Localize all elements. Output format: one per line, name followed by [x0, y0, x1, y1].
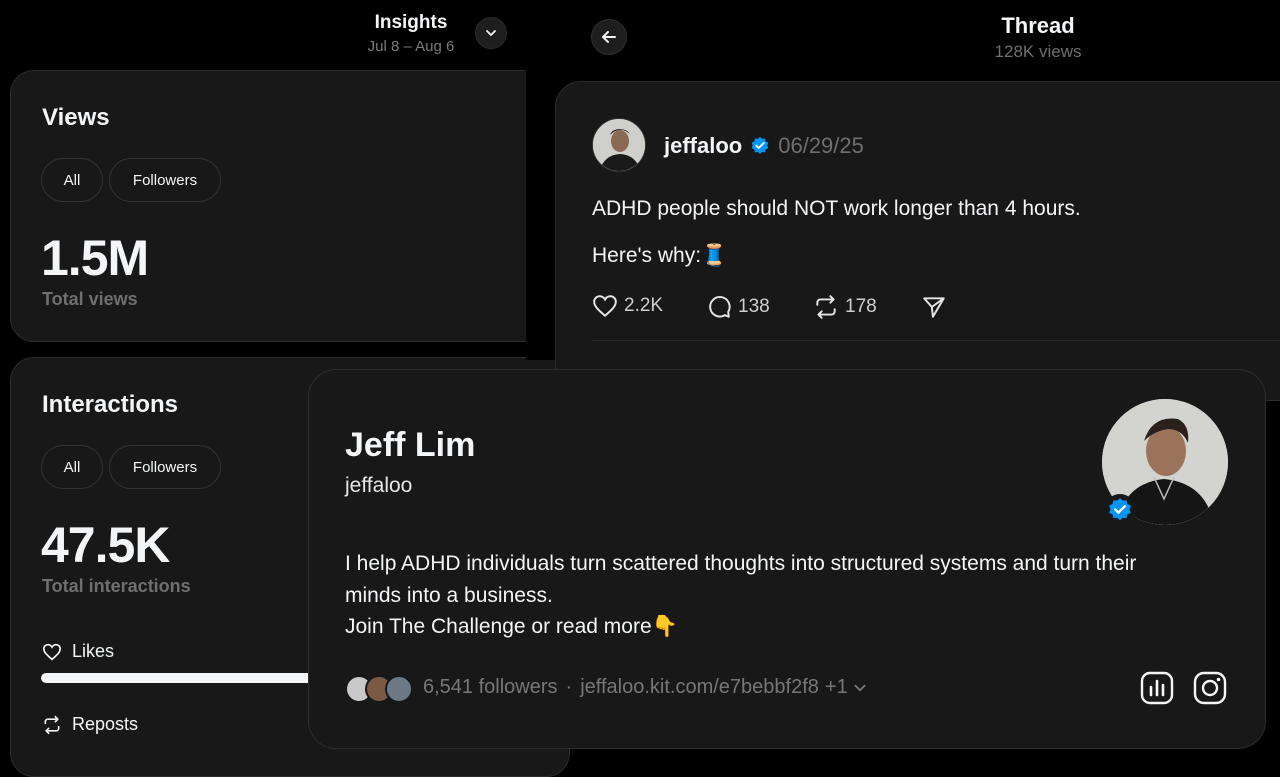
comment-icon — [709, 296, 731, 318]
profile-handle: jeffaloo — [345, 474, 413, 497]
profile-name: Jeff Lim — [345, 426, 476, 464]
views-total: 1.5M — [41, 230, 149, 286]
post-divider — [592, 340, 1280, 341]
profile-verified-badge — [1104, 494, 1136, 526]
post-text-line2: Here's why:🧵 — [592, 244, 728, 267]
repost-icon — [44, 715, 60, 734]
bio-line3: Join The Challenge or read more👇 — [345, 615, 678, 638]
post-username[interactable]: jeffaloo — [664, 133, 742, 159]
post-avatar[interactable] — [592, 118, 646, 172]
date-range-dropdown-button[interactable] — [475, 17, 507, 49]
interactions-filter-all[interactable]: All — [41, 445, 103, 489]
interactions-total: 47.5K — [41, 517, 170, 573]
interactions-title: Interactions — [42, 391, 179, 418]
reposts-label: Reposts — [72, 714, 139, 734]
post-header: jeffaloo 06/29/25 — [664, 133, 864, 159]
instagram-icon — [1193, 671, 1227, 705]
follower-avatars[interactable] — [345, 675, 415, 703]
thread-title: Thread — [1001, 13, 1075, 38]
repost-count: 178 — [845, 296, 877, 317]
reply-button[interactable]: 138 — [706, 294, 770, 320]
repost-button[interactable]: 178 — [813, 294, 877, 320]
views-card: Views All Followers 1.5M Total views — [10, 70, 570, 342]
insights-chart-button[interactable] — [1139, 670, 1175, 706]
arrow-left-icon — [602, 31, 616, 43]
post-text-line1: ADHD people should NOT work longer than … — [592, 197, 1081, 220]
post-date: 06/29/25 — [778, 133, 864, 158]
views-filter-followers[interactable]: Followers — [109, 158, 221, 202]
chevron-down-icon[interactable] — [852, 680, 868, 696]
profile-link-more[interactable]: +1 — [825, 676, 848, 699]
views-title: Views — [42, 104, 110, 131]
bio-line2: minds into a business. — [345, 584, 553, 607]
back-button[interactable] — [591, 19, 627, 55]
chevron-down-icon — [486, 30, 496, 36]
reply-count: 138 — [738, 296, 770, 317]
follower-avatar — [385, 675, 413, 703]
heart-icon — [42, 643, 62, 660]
send-icon — [923, 297, 945, 318]
heart-icon — [593, 295, 617, 318]
interactions-filter-followers[interactable]: Followers — [109, 445, 221, 489]
bar-chart-icon — [1140, 671, 1174, 705]
interactions-total-label: Total interactions — [42, 576, 191, 596]
meta-separator: · — [565, 676, 573, 698]
likes-row: Likes — [42, 641, 114, 662]
thread-post: jeffaloo 06/29/25 ADHD people should NOT… — [555, 81, 1280, 401]
reposts-row: Reposts — [42, 714, 138, 735]
bio-line1: I help ADHD individuals turn scattered t… — [345, 552, 1137, 575]
verified-badge-icon — [751, 136, 769, 154]
repost-icon — [816, 295, 836, 319]
views-total-label: Total views — [42, 289, 138, 309]
instagram-button[interactable] — [1192, 670, 1228, 706]
profile-link[interactable]: jeffaloo.kit.com/e7bebbf2f8 — [580, 676, 819, 699]
share-button[interactable] — [921, 294, 953, 320]
profile-meta-row: 6,541 followers · jeffaloo.kit.com/e7beb… — [423, 676, 868, 699]
like-button[interactable]: 2.2K — [592, 294, 663, 318]
thread-views: 128K views — [994, 42, 1082, 61]
followers-count[interactable]: 6,541 followers — [423, 676, 558, 699]
likes-label: Likes — [72, 641, 115, 661]
like-count: 2.2K — [624, 295, 664, 316]
verified-badge-icon — [1109, 498, 1131, 521]
views-filter-all[interactable]: All — [41, 158, 103, 202]
